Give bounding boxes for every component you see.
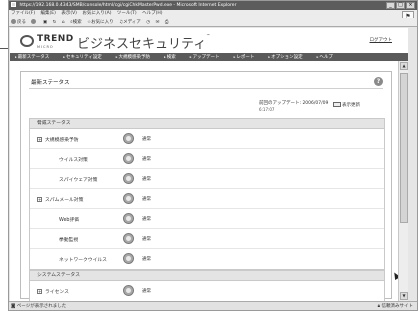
status-normal-icon	[123, 133, 134, 144]
arrow-icon: ▸	[268, 55, 271, 59]
section-header: 脅威ステータス	[30, 119, 384, 129]
window-title: https://192.168.0.4343/SMB/console/html/…	[19, 3, 237, 8]
vertical-scrollbar[interactable]: ▲ ▼	[398, 61, 408, 301]
status-bar: ◙ ページが表示されました 🔒︎ 信頼済みサイト	[9, 301, 417, 310]
menu-tools[interactable]: ツール(T)	[117, 11, 137, 16]
status-normal-icon	[123, 285, 134, 296]
menu-view[interactable]: 表示(V)	[61, 11, 77, 16]
status-row-behavior-monitoring: 挙動監視 通常	[30, 229, 384, 249]
history-icon[interactable]: ◷	[146, 20, 150, 25]
menu-edit[interactable]: 編集(E)	[41, 11, 56, 16]
arrow-icon: ▸	[63, 55, 66, 59]
status-text: 通常	[142, 257, 151, 262]
last-update-time: 6:17:07	[259, 107, 275, 112]
help-icon[interactable]: ?	[374, 77, 383, 86]
nav-item-preferences[interactable]: ▸オプション設定	[268, 54, 302, 60]
status-row-outbreak-defense: + 大規模感染予防 通常	[30, 129, 384, 149]
stop-icon[interactable]: ▣	[43, 20, 47, 25]
status-normal-icon	[123, 153, 134, 164]
scroll-thumb[interactable]	[400, 73, 408, 223]
status-row-antivirus: ウイルス対策 通常	[30, 149, 384, 169]
print-icon[interactable]: ⎙	[165, 20, 169, 25]
brand-header: TREND MICRO ビジネスセキュリティ™ ログアウト	[10, 28, 408, 53]
status-message: ページが表示されました	[16, 304, 67, 309]
arrow-icon: ▸	[189, 55, 192, 59]
status-normal-icon	[123, 193, 134, 204]
search-button[interactable]: ⌕検索	[70, 20, 82, 25]
maximize-button[interactable]: □	[396, 2, 405, 9]
status-text: 通常	[142, 237, 151, 242]
status-text: 通常	[142, 197, 151, 202]
nav-item-outbreak-defense[interactable]: ▸大規模感染予防	[116, 54, 150, 60]
section-header: システムステータス	[30, 271, 384, 281]
status-normal-icon	[123, 173, 134, 184]
favorites-button[interactable]: ☆お気に入り	[87, 20, 114, 25]
expand-icon[interactable]: +	[37, 289, 42, 294]
nav-item-live-status[interactable]: ▸最新ステータス	[15, 54, 49, 60]
status-text: 通常	[142, 157, 151, 162]
trend-micro-logo-icon	[20, 35, 34, 47]
last-update-label: 前回のアップデート: 2006/07/09	[259, 101, 329, 106]
home-icon[interactable]: ⌂	[62, 20, 65, 25]
refresh-icon[interactable]: ↻	[53, 20, 57, 25]
refresh-button[interactable]: 表示更新	[333, 102, 360, 108]
menu-bar: ファイル(F) 編集(E) 表示(V) お気に入り(A) ツール(T) ヘルプ(…	[9, 10, 417, 23]
status-normal-icon	[123, 253, 134, 264]
status-normal-icon	[123, 233, 134, 244]
main-nav: ▸最新ステータス ▸セキュリティ設定 ▸大規模感染予防 ▸検索 ▸アップデート …	[10, 53, 408, 61]
arrow-icon: ▸	[15, 55, 17, 59]
web-page: TREND MICRO ビジネスセキュリティ™ ログアウト ▸最新ステータス ▸…	[10, 28, 408, 301]
page-title: 最新ステータス	[31, 80, 70, 86]
arrow-icon: ▸	[164, 55, 166, 59]
title-bar: https://192.168.0.4343/SMB/console/html/…	[9, 1, 417, 10]
close-button[interactable]: ×	[406, 2, 415, 9]
window-controls: _ □ ×	[386, 2, 415, 9]
status-row-antispam: + スパムメール対策 通常	[30, 189, 384, 209]
back-icon	[11, 19, 16, 24]
status-row-network-virus: ネットワークウイルス 通常	[30, 249, 384, 269]
minimize-button[interactable]: _	[386, 2, 395, 9]
arrow-icon: ▸	[115, 55, 118, 59]
menu-favorites[interactable]: お気に入り(A)	[82, 11, 111, 16]
scroll-down-icon[interactable]: ▼	[400, 292, 408, 300]
media-button[interactable]: ♫メディア	[119, 20, 141, 25]
title-divider	[29, 88, 383, 89]
status-text: 通常	[142, 217, 151, 222]
brand-trend: TREND	[37, 34, 74, 44]
ie-icon	[11, 2, 16, 7]
expand-icon[interactable]: +	[37, 137, 42, 142]
nav-item-reports[interactable]: ▸レポート	[234, 54, 255, 60]
browser-window: https://192.168.0.4343/SMB/console/html/…	[8, 0, 418, 311]
logout-link[interactable]: ログアウト	[370, 37, 393, 43]
product-title: ビジネスセキュリティ™	[77, 33, 211, 52]
nav-item-scan[interactable]: ▸検索	[164, 54, 176, 60]
content-area: 最新ステータス ? 前回のアップデート: 2006/07/09 6:17:07 …	[10, 61, 401, 301]
live-status-pane: 最新ステータス ? 前回のアップデート: 2006/07/09 6:17:07 …	[20, 71, 401, 301]
system-status-section: システムステータス + ライセンス 通常	[29, 270, 385, 301]
status-text: 通常	[142, 289, 151, 294]
forward-icon[interactable]	[31, 19, 37, 25]
status-text: 通常	[142, 137, 151, 142]
scroll-up-icon[interactable]: ▲	[400, 62, 408, 70]
back-button[interactable]: 戻る	[11, 19, 26, 25]
nav-item-security-settings[interactable]: ▸セキュリティ設定	[63, 54, 102, 60]
status-normal-icon	[123, 213, 134, 224]
mail-icon[interactable]: ✉	[156, 20, 160, 25]
menu-help[interactable]: ヘルプ(H)	[142, 11, 162, 16]
toolbar: 戻る ▣ ↻ ⌂ ⌕検索 ☆お気に入り ♫メディア ◷ ✉ ⎙	[9, 18, 417, 27]
refresh-icon	[333, 102, 341, 107]
expand-icon[interactable]: +	[37, 197, 42, 202]
brand-micro: MICRO	[37, 45, 54, 49]
status-row-web-reputation: Web評価 通常	[30, 209, 384, 229]
nav-item-updates[interactable]: ▸アップデート	[190, 54, 220, 60]
status-row-license: + ライセンス 通常	[30, 281, 384, 301]
security-zone: 🔒︎ 信頼済みサイト	[377, 304, 413, 309]
status-text: 通常	[142, 177, 151, 182]
menu-file[interactable]: ファイル(F)	[11, 11, 35, 16]
nav-item-help[interactable]: ▸ヘルプ	[317, 54, 333, 60]
threat-status-section: 脅威ステータス +大規模感染予防 通常 ウイルス対策 通常 スパイウェア対策	[29, 118, 385, 270]
status-row-antispyware: スパイウェア対策 通常	[30, 169, 384, 189]
